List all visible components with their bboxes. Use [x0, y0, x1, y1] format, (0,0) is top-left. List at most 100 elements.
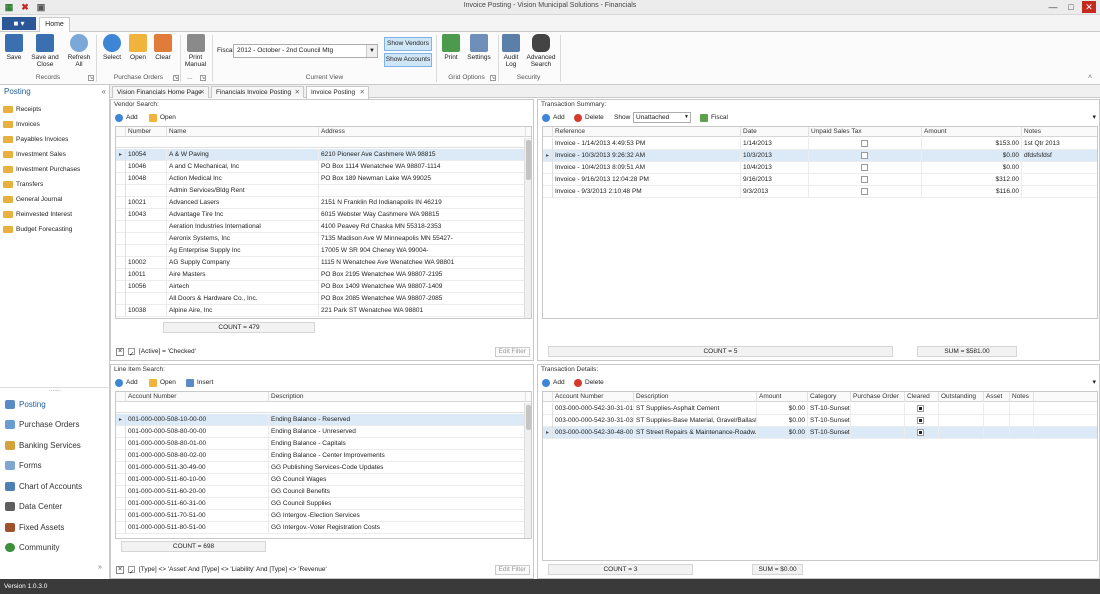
sidebar-splitter[interactable]: .......	[0, 387, 110, 393]
col-description[interactable]: Description	[634, 392, 757, 402]
cell-description[interactable]: Ending Balance - Reserved	[269, 414, 526, 426]
sidebar-item-general-journal[interactable]: General Journal	[3, 193, 107, 206]
cell-asset[interactable]	[984, 427, 1010, 439]
cell-amount[interactable]: $153.00	[922, 138, 1022, 150]
cell-description[interactable]: Ending Balance - Capitals	[269, 438, 526, 450]
nav-banking-services[interactable]: Banking Services	[3, 436, 107, 455]
table-row[interactable]: Admin Services/Bldg Rent	[116, 185, 531, 197]
cell-purchase-order[interactable]	[851, 427, 905, 439]
tab-home-page[interactable]: Vision Financials Home Page ✕	[112, 86, 209, 98]
cell-description[interactable]: GG Council Wages	[269, 474, 526, 486]
cell-description[interactable]: Ending Balance - Center Improvements	[269, 450, 526, 462]
cell-cleared[interactable]	[905, 403, 939, 415]
summary-add-button[interactable]: Add	[542, 113, 565, 123]
cell-date[interactable]: 9/16/2013	[741, 174, 809, 186]
nav-data-center[interactable]: Data Center	[3, 497, 107, 516]
cell-asset[interactable]	[984, 403, 1010, 415]
cell-account-number[interactable]: 001-000-000-511-70-51-00	[126, 510, 269, 522]
close-icon[interactable]: ✕	[200, 87, 205, 98]
cell-outstanding[interactable]	[939, 427, 984, 439]
table-row[interactable]: All Doors & Hardware Co., Inc. PO Box 208…	[116, 293, 531, 305]
cell-asset[interactable]	[984, 415, 1010, 427]
sidebar-item-budget-forecasting[interactable]: Budget Forecasting	[3, 223, 107, 236]
show-select[interactable]: Unattached ▼	[633, 112, 691, 123]
edit-filter-button[interactable]: Edit Filter	[494, 347, 530, 357]
col-notes[interactable]: Notes	[1022, 127, 1097, 137]
cell-unpaid-sales-tax[interactable]	[809, 162, 922, 174]
col-outstanding[interactable]: Outstanding	[939, 392, 984, 402]
table-row[interactable]: 001-000-000-511-80-51-00 GG Intergov.-Vot…	[116, 522, 531, 534]
cell-name[interactable]: Alpine Aire, Inc	[167, 305, 319, 317]
cell-number[interactable]: 10043	[126, 209, 167, 221]
cell-account-number[interactable]: 001-000-000-511-60-31-00	[126, 498, 269, 510]
sidebar-item-reinvested-interest[interactable]: Reinvested Interest	[3, 208, 107, 221]
cell-description[interactable]: GG Intergov.-Election Services	[269, 510, 526, 522]
table-row[interactable]: Invoice - 9/3/2013 2:10:48 PM 9/3/2013 $11…	[543, 186, 1097, 198]
cell-name[interactable]: Ag Enterprise Supply Inc	[167, 245, 319, 257]
more-launcher-icon[interactable]: ↘	[200, 75, 206, 81]
cell-number[interactable]: 10011	[126, 269, 167, 281]
fiscal-select[interactable]: 2012 - October - 2nd Council Mtg ▼	[233, 44, 378, 58]
table-row[interactable]: ▸ 003-000-000-542-30-48-00 ST Street Repai…	[543, 427, 1097, 439]
cell-amount[interactable]: $0.00	[757, 427, 808, 439]
cell-notes[interactable]	[1010, 403, 1034, 415]
checkbox[interactable]	[861, 164, 868, 171]
cell-account-number[interactable]: 001-000-000-508-80-00-00	[126, 426, 269, 438]
cell-number[interactable]	[126, 293, 167, 305]
cell-description[interactable]: GG Intergov.-Voter Registration Costs	[269, 522, 526, 534]
table-row[interactable]: 001-000-000-508-80-00-00 Ending Balance -…	[116, 426, 531, 438]
table-row[interactable]: 10002 AG Supply Company 1115 N Wenatchee A…	[116, 257, 531, 269]
cell-date[interactable]: 1/14/2013	[741, 138, 809, 150]
cell-number[interactable]	[126, 233, 167, 245]
table-row[interactable]: 001-000-000-508-80-02-00 Ending Balance -…	[116, 450, 531, 462]
cell-name[interactable]: All Doors & Hardware Co., Inc.	[167, 293, 319, 305]
cell-unpaid-sales-tax[interactable]	[809, 174, 922, 186]
table-row[interactable]: Aeration Industries International 4100 Pe…	[116, 221, 531, 233]
cell-cleared[interactable]	[905, 427, 939, 439]
cell-name[interactable]: Advanced Lasers	[167, 197, 319, 209]
cell-description[interactable]: ST Supplies-Asphalt Cement	[634, 403, 757, 415]
cell-account-number[interactable]: 001-000-000-508-80-01-00	[126, 438, 269, 450]
cell-outstanding[interactable]	[939, 403, 984, 415]
cell-amount[interactable]: $312.00	[922, 174, 1022, 186]
sidebar-item-investment-purchases[interactable]: Investment Purchases	[3, 163, 107, 176]
line-item-open-button[interactable]: Open	[149, 378, 176, 388]
cell-purchase-order[interactable]	[851, 415, 905, 427]
cell-number[interactable]	[126, 245, 167, 257]
cell-name[interactable]: Aeronix Systems, Inc	[167, 233, 319, 245]
close-window-icon[interactable]: ✕	[1082, 1, 1096, 13]
records-launcher-icon[interactable]: ↘	[88, 75, 94, 81]
cell-address[interactable]: PO Box 1409 Wenatchee WA 98807-1409	[319, 281, 526, 293]
sidebar-item-receipts[interactable]: Receipts	[3, 103, 107, 116]
print-manual-button[interactable]: Print Manual	[183, 34, 208, 68]
checkbox[interactable]	[861, 140, 868, 147]
cell-address[interactable]: 17005 W SR 904 Cheney WA 99004-	[319, 245, 526, 257]
vendor-scrollbar[interactable]	[524, 138, 531, 318]
table-row[interactable]: Aeronix Systems, Inc 7135 Madison Ave W M…	[116, 233, 531, 245]
cell-number[interactable]: 10056	[126, 281, 167, 293]
cell-amount[interactable]: $0.00	[757, 415, 808, 427]
maximize-icon[interactable]: □	[1064, 1, 1078, 13]
checkbox[interactable]	[917, 417, 924, 424]
table-row[interactable]: 001-000-000-508-80-01-00 Ending Balance -…	[116, 438, 531, 450]
cell-description[interactable]: ST Street Repairs & Maintenance-Roadw...	[634, 427, 757, 439]
sidebar-item-invoices[interactable]: Invoices	[3, 118, 107, 131]
close-icon[interactable]: ✕	[360, 87, 365, 98]
tab-financials-invoice-posting[interactable]: Financials Invoice Posting ✕	[211, 86, 304, 98]
col-amount[interactable]: Amount	[922, 127, 1022, 137]
cell-notes[interactable]	[1022, 162, 1097, 174]
nav-chart-of-accounts[interactable]: Chart of Accounts	[3, 477, 107, 496]
grid-launcher-icon[interactable]: ↘	[490, 75, 496, 81]
cell-address[interactable]: PO Box 189 Newman Lake WA 99025	[319, 173, 526, 185]
refresh-all-button[interactable]: Refresh All	[65, 34, 93, 68]
cell-amount[interactable]: $116.00	[922, 186, 1022, 198]
checkbox[interactable]	[861, 152, 868, 159]
cell-account-number[interactable]: 001-000-000-511-80-51-00	[126, 522, 269, 534]
open-button[interactable]: Open	[127, 34, 149, 61]
cell-date[interactable]: 10/4/2013	[741, 162, 809, 174]
minimize-icon[interactable]: —	[1046, 1, 1060, 13]
table-row[interactable]: 001-000-000-511-60-31-00 GG Council Suppl…	[116, 498, 531, 510]
cell-amount[interactable]: $0.00	[757, 403, 808, 415]
nav-fixed-assets[interactable]: Fixed Assets	[3, 518, 107, 537]
nav-purchase-orders[interactable]: Purchase Orders	[3, 415, 107, 434]
